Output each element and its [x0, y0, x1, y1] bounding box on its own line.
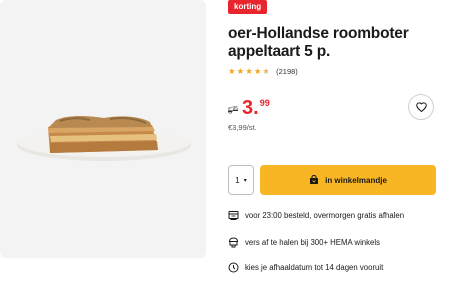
price: 595 3. 99 [228, 97, 270, 119]
rating-count[interactable]: (2198) [276, 67, 298, 76]
chevron-down-icon: ▾ [243, 177, 247, 184]
store-pickup-icon [228, 237, 239, 248]
usp-store-text: vers af te halen bij 300+ HEMA winkels [245, 238, 380, 247]
heart-icon [415, 102, 427, 112]
product-image[interactable] [0, 0, 206, 258]
unit-price: €3,99/st. [228, 123, 257, 132]
shopping-bag-icon [310, 175, 319, 184]
quantity-value: 1 [235, 175, 240, 185]
half-star-icon: ★ [262, 66, 271, 76]
star-icon: ★ [228, 66, 236, 76]
quantity-select[interactable]: 1 ▾ [228, 165, 254, 195]
product-title: oer-Hollandse roomboter appeltaart 5 p. [228, 25, 409, 60]
rating-stars: ★ ★ ★ ★ ★ [228, 66, 270, 76]
usp-store: vers af te halen bij 300+ HEMA winkels [228, 237, 380, 248]
product-rating[interactable]: ★ ★ ★ ★ ★ (2198) [228, 66, 298, 76]
clock-icon [228, 262, 239, 273]
favorite-button[interactable] [408, 94, 434, 120]
delivery-truck-icon [228, 210, 239, 221]
add-to-cart-label: in winkelmandje [325, 175, 387, 185]
appeltaart-image [17, 116, 191, 161]
usp-pickup-date-text: kies je afhaaldatum tot 14 dagen vooruit [245, 263, 384, 272]
old-price: 595 [228, 106, 239, 116]
usp-delivery: voor 23:00 besteld, overmorgen gratis af… [228, 210, 404, 221]
discount-badge: korting [228, 0, 268, 14]
star-icon: ★ [253, 66, 262, 76]
usp-pickup-date: kies je afhaaldatum tot 14 dagen vooruit [228, 262, 383, 273]
star-icon: ★ [236, 66, 245, 76]
new-price: 3. [242, 97, 259, 119]
new-price-cents: 99 [259, 98, 270, 108]
star-icon: ★ [245, 66, 253, 76]
add-to-cart-button[interactable]: in winkelmandje [260, 165, 436, 195]
usp-delivery-text: voor 23:00 besteld, overmorgen gratis af… [245, 211, 405, 220]
